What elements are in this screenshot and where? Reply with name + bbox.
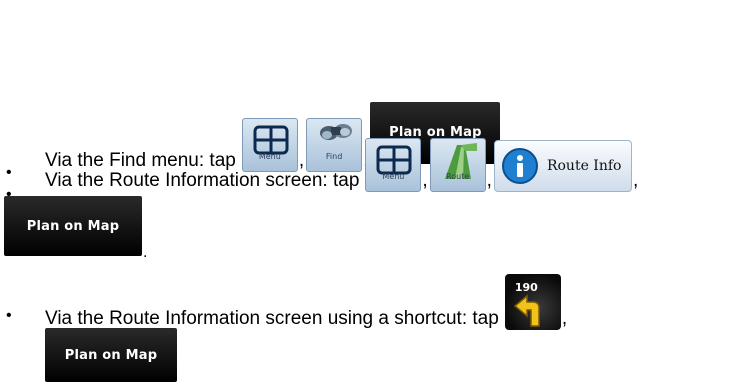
info-icon [501,148,538,184]
separator: , [486,170,492,191]
plan-on-map-button[interactable]: Plan on Map [45,328,177,382]
shortcut-turn-button[interactable]: 190 [504,274,561,330]
route-button[interactable]: Route [429,138,486,192]
menu-button-label: Menu [382,172,405,181]
plan-on-map-label: Plan on Map [26,218,120,234]
bullet-3-line: Via the Route Information screen using a… [45,268,569,330]
end-period: . [143,244,148,261]
separator: , [561,308,568,329]
plan-on-map-label: Plan on Map [64,347,158,363]
plan-on-map-button[interactable]: Plan on Map [4,196,142,256]
separator: , [422,170,428,191]
bullet-3-text: Via the Route Information screen using a… [45,308,499,329]
turn-left-arrow-icon [513,294,540,327]
route-button-label: Route [446,172,470,181]
bullet-3: • [6,307,12,324]
bullet-2-text: Via the Route Information screen: tap [45,170,360,191]
route-info-label: Route Info [546,158,622,174]
bullet-1: • [6,164,12,181]
bullet-2-continuation: Plan on Map . [4,196,149,261]
bullet-3-continuation: Plan on Map [45,328,177,382]
route-info-button[interactable]: Route Info [493,140,632,192]
menu-button[interactable]: Menu [365,138,422,192]
separator: , [632,170,639,191]
bullet-2-line: Via the Route Information screen: tap Me… [45,128,640,192]
